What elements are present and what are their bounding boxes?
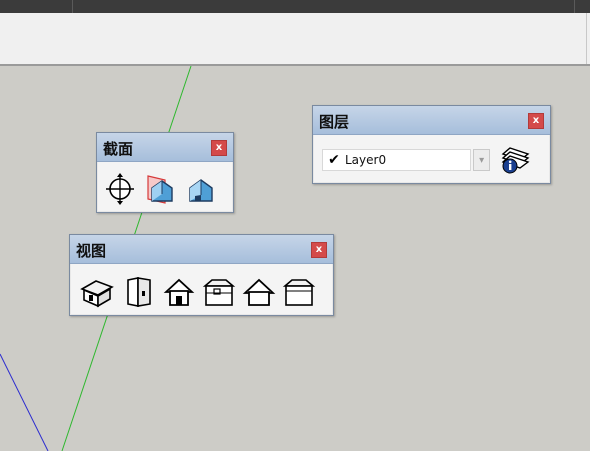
current-layer-select[interactable]: ✔ Layer0 <box>322 149 472 171</box>
section-plane-button[interactable] <box>103 172 137 206</box>
top-view-button[interactable] <box>122 275 156 309</box>
close-button[interactable]: x <box>211 140 227 156</box>
panel-title: 截面 <box>103 140 134 158</box>
view-icons <box>70 268 333 315</box>
views-toolbar-panel: 视图 x <box>69 234 334 316</box>
layer-manager-icon <box>501 147 530 174</box>
panel-title: 视图 <box>76 242 107 260</box>
left-view-button[interactable] <box>282 275 316 309</box>
display-section-cuts-button[interactable] <box>183 172 217 206</box>
blue-axis <box>0 353 49 451</box>
front-view-button[interactable] <box>162 275 196 309</box>
display-section-planes-button[interactable] <box>143 172 177 206</box>
toolbar-divider <box>586 13 587 64</box>
title-bar-divider <box>72 0 73 13</box>
front-view-icon <box>163 278 195 306</box>
display-section-cuts-icon <box>189 179 213 202</box>
layers-toolbar-panel: 图层 x ✔ Layer0 ▾ <box>312 105 551 184</box>
display-section-planes-icon <box>147 175 173 204</box>
section-icons <box>97 166 233 212</box>
section-plane-icon <box>106 173 134 205</box>
panel-title-bar[interactable]: 视图 x <box>70 235 333 264</box>
toolbar-area <box>0 13 590 66</box>
right-view-button[interactable] <box>202 275 236 309</box>
close-button[interactable]: x <box>311 242 327 258</box>
top-view-icon <box>127 276 151 307</box>
panel-title-bar[interactable]: 图层 x <box>313 106 550 135</box>
left-view-icon <box>282 278 316 306</box>
right-view-icon <box>202 278 236 306</box>
back-view-button[interactable] <box>242 275 276 309</box>
panel-title: 图层 <box>319 113 350 131</box>
back-view-icon <box>242 278 276 306</box>
section-toolbar-panel: 截面 x <box>96 132 234 213</box>
layer-selector-row: ✔ Layer0 ▾ <box>322 145 530 175</box>
close-button[interactable]: x <box>528 113 544 129</box>
layer-dropdown-button[interactable]: ▾ <box>473 149 490 171</box>
iso-view-icon <box>80 279 114 307</box>
layer-manager-button[interactable] <box>500 145 530 175</box>
iso-view-button[interactable] <box>78 275 116 309</box>
panel-title-bar[interactable]: 截面 x <box>97 133 233 162</box>
title-bar-divider <box>574 0 575 13</box>
window-title-bar <box>0 0 590 13</box>
active-check-icon: ✔ <box>328 152 340 168</box>
current-layer-name: Layer0 <box>345 153 387 167</box>
